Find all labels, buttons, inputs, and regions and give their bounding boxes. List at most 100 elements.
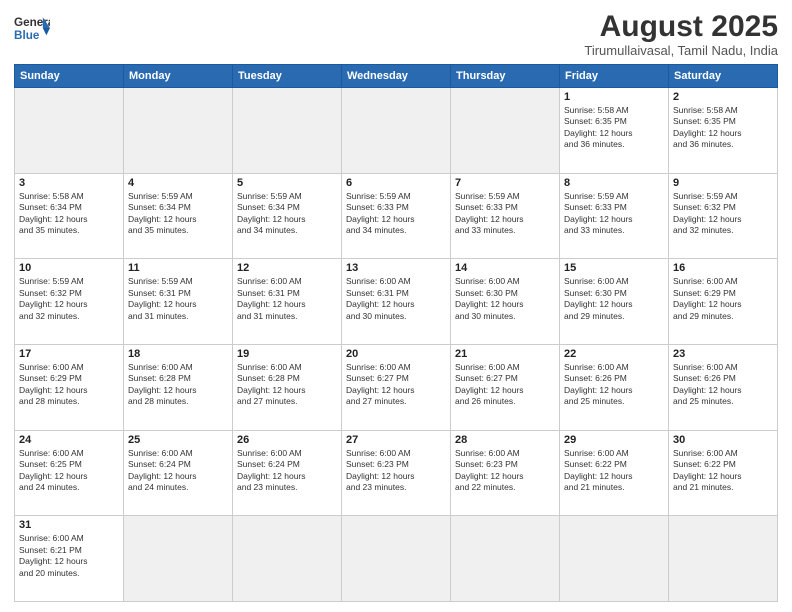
calendar-cell: 8 Sunrise: 5:59 AM Sunset: 6:33 PM Daylig… [560, 173, 669, 259]
weekday-header-sunday: Sunday [15, 65, 124, 88]
day-info: Sunrise: 6:00 AM Sunset: 6:23 PM Dayligh… [346, 448, 446, 494]
calendar-cell: 13 Sunrise: 6:00 AM Sunset: 6:31 PM Dayli… [342, 259, 451, 345]
day-number: 8 [564, 177, 664, 189]
calendar-cell [342, 88, 451, 174]
day-number: 2 [673, 91, 773, 103]
day-info: Sunrise: 5:58 AM Sunset: 6:35 PM Dayligh… [673, 105, 773, 151]
calendar-cell [451, 88, 560, 174]
calendar-week-5: 31 Sunrise: 6:00 AM Sunset: 6:21 PM Dayli… [15, 516, 778, 602]
weekday-header-wednesday: Wednesday [342, 65, 451, 88]
day-number: 27 [346, 434, 446, 446]
weekday-row: SundayMondayTuesdayWednesdayThursdayFrid… [15, 65, 778, 88]
calendar-title: August 2025 [584, 10, 778, 43]
calendar-cell: 30Sunrise: 6:00 AM Sunset: 6:22 PM Dayli… [669, 430, 778, 516]
day-number: 12 [237, 262, 337, 274]
day-info: Sunrise: 6:00 AM Sunset: 6:30 PM Dayligh… [564, 276, 664, 322]
header: General Blue August 2025 Tirumullaivasal… [14, 10, 778, 58]
calendar-cell [669, 516, 778, 602]
calendar-cell: 26 Sunrise: 6:00 AM Sunset: 6:24 PM Dayli… [233, 430, 342, 516]
day-info: Sunrise: 6:00 AM Sunset: 6:24 PM Dayligh… [237, 448, 337, 494]
day-number: 5 [237, 177, 337, 189]
calendar-cell: 21 Sunrise: 6:00 AM Sunset: 6:27 PM Dayli… [451, 344, 560, 430]
day-number: 14 [455, 262, 555, 274]
weekday-header-friday: Friday [560, 65, 669, 88]
calendar-cell: 17 Sunrise: 6:00 AM Sunset: 6:29 PM Dayli… [15, 344, 124, 430]
logo-icon: General Blue [14, 10, 50, 46]
day-info: Sunrise: 6:00 AM Sunset: 6:29 PM Dayligh… [19, 362, 119, 408]
calendar-cell: 18 Sunrise: 6:00 AM Sunset: 6:28 PM Dayli… [124, 344, 233, 430]
svg-text:Blue: Blue [14, 29, 40, 42]
day-info: Sunrise: 6:00 AM Sunset: 6:27 PM Dayligh… [346, 362, 446, 408]
calendar-cell: 9 Sunrise: 5:59 AM Sunset: 6:32 PM Daylig… [669, 173, 778, 259]
day-info: Sunrise: 5:59 AM Sunset: 6:31 PM Dayligh… [128, 276, 228, 322]
day-info: Sunrise: 6:00 AM Sunset: 6:31 PM Dayligh… [346, 276, 446, 322]
calendar-cell: 29Sunrise: 6:00 AM Sunset: 6:22 PM Dayli… [560, 430, 669, 516]
weekday-header-saturday: Saturday [669, 65, 778, 88]
day-info: Sunrise: 6:00 AM Sunset: 6:26 PM Dayligh… [564, 362, 664, 408]
calendar-week-4: 24 Sunrise: 6:00 AM Sunset: 6:25 PM Dayli… [15, 430, 778, 516]
day-info: Sunrise: 6:00 AM Sunset: 6:31 PM Dayligh… [237, 276, 337, 322]
calendar-cell: 10Sunrise: 5:59 AM Sunset: 6:32 PM Dayli… [15, 259, 124, 345]
day-number: 11 [128, 262, 228, 274]
calendar-body: 1 Sunrise: 5:58 AM Sunset: 6:35 PM Daylig… [15, 88, 778, 602]
day-number: 23 [673, 348, 773, 360]
day-number: 19 [237, 348, 337, 360]
calendar-cell: 22Sunrise: 6:00 AM Sunset: 6:26 PM Dayli… [560, 344, 669, 430]
logo: General Blue [14, 10, 50, 46]
day-info: Sunrise: 5:59 AM Sunset: 6:34 PM Dayligh… [237, 191, 337, 237]
day-number: 24 [19, 434, 119, 446]
day-number: 6 [346, 177, 446, 189]
calendar-subtitle: Tirumullaivasal, Tamil Nadu, India [584, 43, 778, 58]
day-number: 31 [19, 519, 119, 531]
day-number: 9 [673, 177, 773, 189]
page: General Blue August 2025 Tirumullaivasal… [0, 0, 792, 612]
calendar-cell: 16Sunrise: 6:00 AM Sunset: 6:29 PM Dayli… [669, 259, 778, 345]
calendar-cell: 15Sunrise: 6:00 AM Sunset: 6:30 PM Dayli… [560, 259, 669, 345]
day-number: 26 [237, 434, 337, 446]
day-info: Sunrise: 6:00 AM Sunset: 6:23 PM Dayligh… [455, 448, 555, 494]
day-info: Sunrise: 6:00 AM Sunset: 6:24 PM Dayligh… [128, 448, 228, 494]
calendar-week-0: 1 Sunrise: 5:58 AM Sunset: 6:35 PM Daylig… [15, 88, 778, 174]
calendar-cell: 11 Sunrise: 5:59 AM Sunset: 6:31 PM Dayli… [124, 259, 233, 345]
day-info: Sunrise: 5:58 AM Sunset: 6:35 PM Dayligh… [564, 105, 664, 151]
calendar-cell [342, 516, 451, 602]
calendar-cell: 5 Sunrise: 5:59 AM Sunset: 6:34 PM Daylig… [233, 173, 342, 259]
day-info: Sunrise: 5:59 AM Sunset: 6:34 PM Dayligh… [128, 191, 228, 237]
day-number: 20 [346, 348, 446, 360]
day-number: 16 [673, 262, 773, 274]
day-info: Sunrise: 6:00 AM Sunset: 6:25 PM Dayligh… [19, 448, 119, 494]
weekday-header-monday: Monday [124, 65, 233, 88]
day-number: 3 [19, 177, 119, 189]
calendar-cell: 31 Sunrise: 6:00 AM Sunset: 6:21 PM Dayli… [15, 516, 124, 602]
day-info: Sunrise: 6:00 AM Sunset: 6:22 PM Dayligh… [564, 448, 664, 494]
day-number: 18 [128, 348, 228, 360]
day-number: 10 [19, 262, 119, 274]
calendar-cell: 3 Sunrise: 5:58 AM Sunset: 6:34 PM Daylig… [15, 173, 124, 259]
day-number: 13 [346, 262, 446, 274]
calendar-cell [124, 88, 233, 174]
calendar-cell [451, 516, 560, 602]
calendar-cell: 6 Sunrise: 5:59 AM Sunset: 6:33 PM Daylig… [342, 173, 451, 259]
day-info: Sunrise: 6:00 AM Sunset: 6:27 PM Dayligh… [455, 362, 555, 408]
calendar-cell: 7Sunrise: 5:59 AM Sunset: 6:33 PM Daylig… [451, 173, 560, 259]
calendar-cell: 28Sunrise: 6:00 AM Sunset: 6:23 PM Dayli… [451, 430, 560, 516]
calendar-cell: 1 Sunrise: 5:58 AM Sunset: 6:35 PM Daylig… [560, 88, 669, 174]
day-info: Sunrise: 5:59 AM Sunset: 6:32 PM Dayligh… [673, 191, 773, 237]
day-number: 17 [19, 348, 119, 360]
calendar-cell: 19Sunrise: 6:00 AM Sunset: 6:28 PM Dayli… [233, 344, 342, 430]
day-info: Sunrise: 5:58 AM Sunset: 6:34 PM Dayligh… [19, 191, 119, 237]
day-number: 1 [564, 91, 664, 103]
day-info: Sunrise: 6:00 AM Sunset: 6:28 PM Dayligh… [128, 362, 228, 408]
day-info: Sunrise: 5:59 AM Sunset: 6:33 PM Dayligh… [564, 191, 664, 237]
day-number: 25 [128, 434, 228, 446]
calendar-cell: 12 Sunrise: 6:00 AM Sunset: 6:31 PM Dayli… [233, 259, 342, 345]
day-number: 21 [455, 348, 555, 360]
calendar-cell: 14Sunrise: 6:00 AM Sunset: 6:30 PM Dayli… [451, 259, 560, 345]
calendar-cell [124, 516, 233, 602]
day-info: Sunrise: 6:00 AM Sunset: 6:21 PM Dayligh… [19, 533, 119, 579]
calendar-table: SundayMondayTuesdayWednesdayThursdayFrid… [14, 64, 778, 602]
calendar-cell: 4Sunrise: 5:59 AM Sunset: 6:34 PM Daylig… [124, 173, 233, 259]
title-block: August 2025 Tirumullaivasal, Tamil Nadu,… [584, 10, 778, 58]
day-info: Sunrise: 5:59 AM Sunset: 6:33 PM Dayligh… [346, 191, 446, 237]
calendar-cell [560, 516, 669, 602]
